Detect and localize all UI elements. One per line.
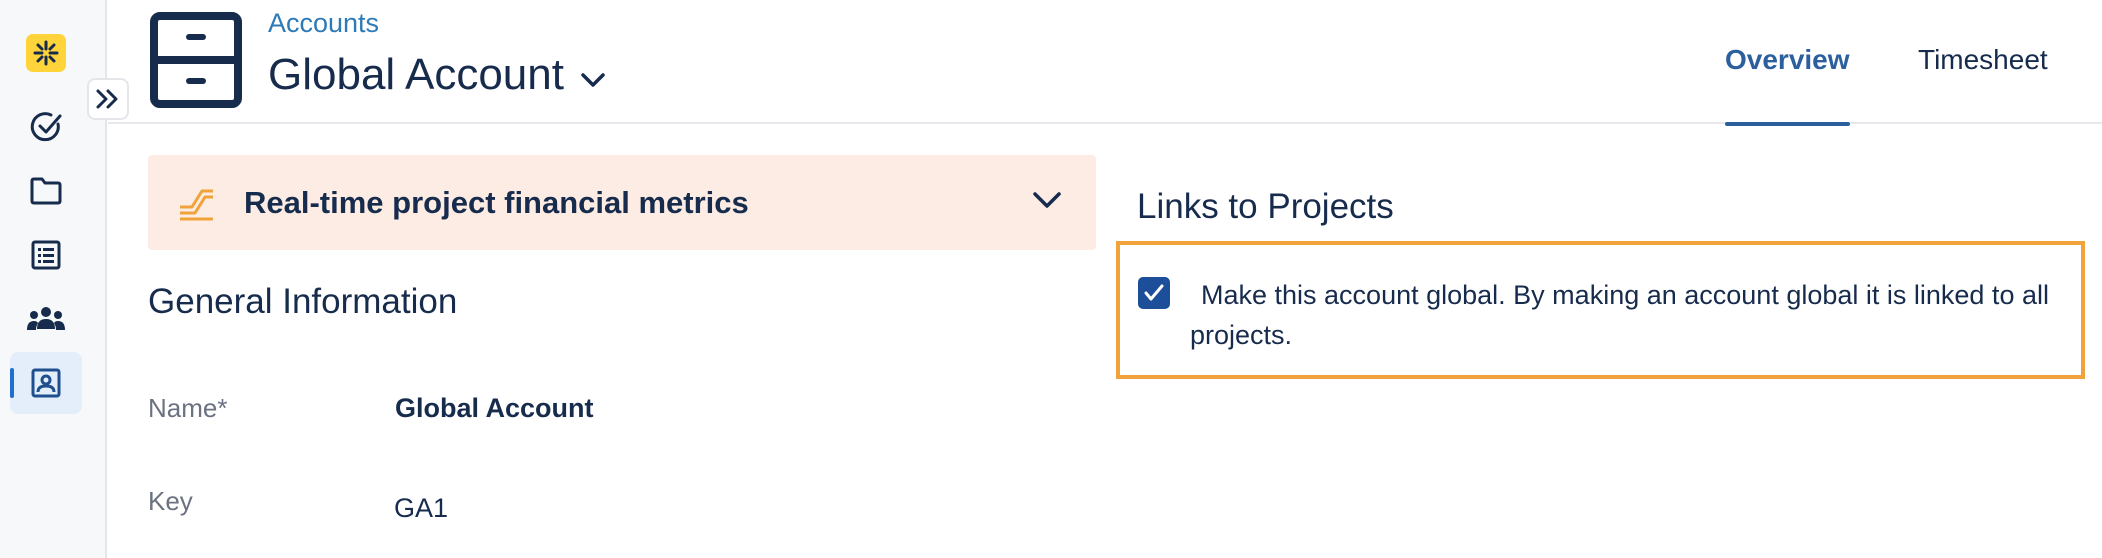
sparkle-icon — [33, 40, 59, 66]
page-title[interactable]: Global Account — [268, 50, 606, 100]
metrics-panel[interactable]: Real-time project financial metrics — [148, 155, 1096, 250]
people-icon — [27, 307, 65, 330]
sidebar-item-teams[interactable] — [10, 288, 82, 350]
list-icon — [31, 240, 61, 270]
chevron-down-icon — [581, 73, 605, 87]
key-label: Key — [148, 486, 193, 516]
folder-icon — [30, 177, 62, 205]
name-value[interactable]: Global Account — [395, 393, 594, 424]
sidebar-item-reports[interactable] — [10, 224, 82, 286]
sidebar-item-home[interactable] — [10, 22, 82, 84]
breadcrumb[interactable]: Accounts — [268, 8, 379, 39]
app-logo[interactable] — [26, 34, 66, 72]
page-title-text: Global Account — [268, 50, 564, 99]
name-label: Name* — [148, 393, 228, 423]
account-cabinet-icon — [150, 12, 242, 113]
chevron-down-icon[interactable] — [1032, 191, 1062, 209]
links-title: Links to Projects — [1137, 187, 1394, 226]
sidebar-item-accounts[interactable] — [10, 352, 82, 414]
check-circle-icon — [30, 112, 62, 142]
checkmark-icon — [1144, 284, 1164, 301]
global-checkbox-label[interactable]: Make this account global. By making an a… — [1190, 275, 2080, 355]
key-value[interactable]: GA1 — [394, 493, 448, 524]
global-checkbox[interactable] — [1138, 277, 1170, 309]
general-info-title: General Information — [148, 282, 458, 321]
tab-overview[interactable]: Overview — [1725, 44, 1850, 126]
sidebar-item-tasks[interactable] — [10, 96, 82, 158]
chart-trend-icon — [180, 189, 213, 221]
global-account-option: Make this account global. By making an a… — [1116, 241, 2085, 379]
sidebar-item-projects[interactable] — [10, 160, 82, 222]
metrics-title: Real-time project financial metrics — [244, 185, 749, 220]
contact-card-icon — [31, 368, 61, 398]
tab-timesheet[interactable]: Timesheet — [1918, 44, 2048, 124]
page-header: Accounts Global Account Overview Timeshe… — [108, 0, 2102, 126]
